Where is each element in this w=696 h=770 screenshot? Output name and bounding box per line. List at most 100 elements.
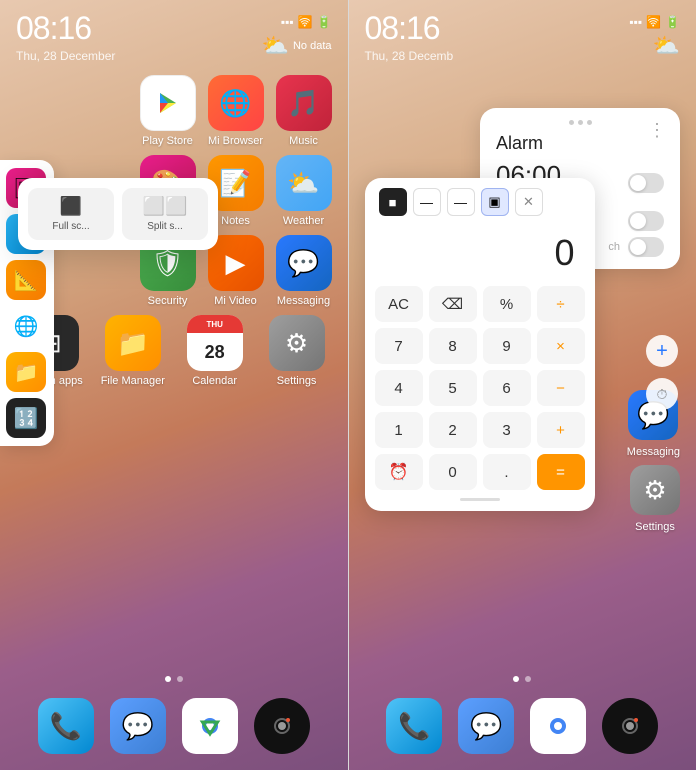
app-settings[interactable]: ⚙ Settings <box>262 315 332 387</box>
r-dot-active <box>513 676 519 682</box>
dock-camera[interactable] <box>254 698 310 754</box>
sidebar-app-pages[interactable]: 📐 <box>6 260 46 300</box>
right-panel: 08:16 Thu, 28 Decemb ▪▪▪ 🛜 🔋 ⛅ ⋮ Alarm 0… <box>349 0 696 770</box>
alarm-menu-button[interactable]: ⋮ <box>648 120 666 141</box>
app-messaging[interactable]: 💬 Messaging <box>276 235 332 307</box>
r-signal-icon: ▪▪▪ <box>629 15 642 29</box>
right-time-block: 08:16 Thu, 28 Decemb <box>365 10 454 63</box>
r-dock-chat[interactable]: 💬 <box>458 698 514 754</box>
right-app-settings[interactable]: ⚙ Settings <box>630 465 680 533</box>
dot-2 <box>177 676 183 682</box>
win-btn-frame[interactable]: ▣ <box>481 188 509 216</box>
dock-chat[interactable]: 💬 <box>110 698 166 754</box>
split-screen-icon: ⬜⬜ <box>143 196 188 217</box>
settings-label: Settings <box>277 375 317 387</box>
left-dock: 📞 💬 <box>0 698 348 754</box>
win-btn-dash2[interactable]: — <box>447 188 475 216</box>
handle-dot-3 <box>587 120 592 125</box>
calc-btn-backspace[interactable]: ⌫ <box>429 286 477 322</box>
right-signal-icons: ▪▪▪ 🛜 🔋 <box>629 15 680 29</box>
calc-btn-equals[interactable]: = <box>537 454 585 490</box>
alarm-toggle-2[interactable] <box>628 211 664 231</box>
dock-phone[interactable]: 📞 <box>38 698 94 754</box>
right-timer-button[interactable]: ⏱ <box>646 378 678 410</box>
sidebar-app-google[interactable]: 🌐 <box>6 306 46 346</box>
left-weather-widget: ⛅ No data <box>262 33 332 59</box>
split-screen-button[interactable]: ⬜⬜ Split s... <box>122 188 208 240</box>
calc-btn-9[interactable]: 9 <box>483 328 531 364</box>
window-controls: ■ — — ▣ ✕ <box>375 188 585 216</box>
calc-btn-divide[interactable]: ÷ <box>537 286 585 322</box>
r-dock-camera[interactable] <box>602 698 658 754</box>
sidebar-app-calc[interactable]: 🔢 <box>6 398 46 438</box>
calc-btn-5[interactable]: 5 <box>429 370 477 406</box>
app-weather[interactable]: ⛅ Weather <box>276 155 332 227</box>
sidebar-app-files[interactable]: 📁 <box>6 352 46 392</box>
app-calendar[interactable]: THU 28 Calendar <box>180 315 250 387</box>
win-btn-close[interactable]: ✕ <box>515 188 543 216</box>
right-settings-icon: ⚙ <box>630 465 680 515</box>
alarm-title: Alarm <box>496 133 664 154</box>
right-page-dots <box>349 676 696 682</box>
alarm-toggle-1[interactable] <box>628 173 664 193</box>
app-playstore[interactable]: Play Store <box>140 75 196 147</box>
app-music[interactable]: 🎵 Music <box>276 75 332 147</box>
settings-icon: ⚙ <box>269 315 325 371</box>
calc-btn-4[interactable]: 4 <box>375 370 423 406</box>
calc-btn-1[interactable]: 1 <box>375 412 423 448</box>
context-menu: ⬛ Full sc... ⬜⬜ Split s... <box>18 178 218 250</box>
calc-btn-timer[interactable]: ⏰ <box>375 454 423 490</box>
mivideo-icon: ▶ <box>208 235 264 291</box>
left-weather-label: No data <box>293 40 332 52</box>
calc-btn-7[interactable]: 7 <box>375 328 423 364</box>
left-time: 08:16 <box>16 10 115 47</box>
calc-btn-0[interactable]: 0 <box>429 454 477 490</box>
right-weather-icon: ⛅ <box>653 33 680 59</box>
calc-btn-8[interactable]: 8 <box>429 328 477 364</box>
calculator-card: ■ — — ▣ ✕ 0 AC ⌫ % ÷ 7 8 9 × 4 5 6 − 1 <box>365 178 595 511</box>
right-plus-button[interactable]: + <box>646 335 678 367</box>
playstore-icon <box>140 75 196 131</box>
calc-btn-multiply[interactable]: × <box>537 328 585 364</box>
wifi-icon: 🛜 <box>298 15 313 29</box>
signal-icon: ▪▪▪ <box>281 15 294 29</box>
calc-btn-ac[interactable]: AC <box>375 286 423 322</box>
handle-dot-2 <box>578 120 583 125</box>
win-btn-dash1[interactable]: — <box>413 188 441 216</box>
r-wifi-icon: 🛜 <box>646 15 661 29</box>
app-filemanager[interactable]: 📁 File Manager <box>98 315 168 387</box>
music-label: Music <box>289 135 318 147</box>
alarm-toggle-3[interactable] <box>628 237 664 257</box>
calculator-buttons: AC ⌫ % ÷ 7 8 9 × 4 5 6 − 1 2 3 + ⏰ 0 . = <box>375 286 585 490</box>
full-screen-button[interactable]: ⬛ Full sc... <box>28 188 114 240</box>
full-screen-icon: ⬛ <box>60 196 82 217</box>
calc-btn-3[interactable]: 3 <box>483 412 531 448</box>
calc-btn-add[interactable]: + <box>537 412 585 448</box>
r-dock-chrome[interactable] <box>530 698 586 754</box>
music-icon: 🎵 <box>276 75 332 131</box>
right-status-bar: 08:16 Thu, 28 Decemb ▪▪▪ 🛜 🔋 ⛅ <box>349 0 696 67</box>
mibrowser-label: Mi Browser <box>208 135 263 147</box>
left-signal-icons: ▪▪▪ 🛜 🔋 <box>281 15 332 29</box>
app-mibrowser[interactable]: 🌐 Mi Browser <box>208 75 264 147</box>
calc-btn-2[interactable]: 2 <box>429 412 477 448</box>
calc-btn-percent[interactable]: % <box>483 286 531 322</box>
left-time-block: 08:16 Thu, 28 December <box>16 10 115 63</box>
win-btn-black[interactable]: ■ <box>379 188 407 216</box>
calc-btn-subtract[interactable]: − <box>537 370 585 406</box>
filemanager-icon: 📁 <box>105 315 161 371</box>
app-mivideo[interactable]: ▶ Mi Video <box>208 235 264 307</box>
page-dots <box>0 676 348 682</box>
dock-chrome[interactable] <box>182 698 238 754</box>
battery-icon: 🔋 <box>317 15 332 29</box>
calc-btn-dot[interactable]: . <box>483 454 531 490</box>
weather-icon: ⛅ <box>276 155 332 211</box>
security-label: Security <box>148 295 188 307</box>
playstore-label: Play Store <box>142 135 193 147</box>
r-dock-phone[interactable]: 📞 <box>386 698 442 754</box>
r-dot-2 <box>525 676 531 682</box>
alarm-card-handle <box>496 120 664 125</box>
calendar-icon: THU 28 <box>187 315 243 371</box>
left-weather-icon: ⛅ <box>262 33 289 59</box>
calc-btn-6[interactable]: 6 <box>483 370 531 406</box>
